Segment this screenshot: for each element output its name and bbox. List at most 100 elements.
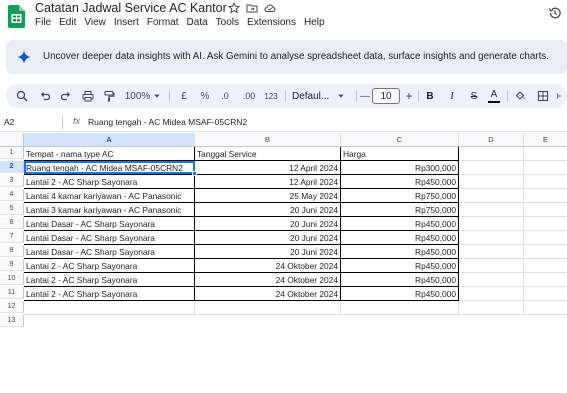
- service-date-cell[interactable]: 20 Juni 2024: [195, 245, 341, 259]
- increase-font-size-button[interactable]: +: [403, 84, 415, 108]
- format-currency-button[interactable]: £: [178, 84, 190, 108]
- location-cell[interactable]: Lantai 3 kamar kariyawan - AC Panasonic: [24, 203, 195, 217]
- row-header[interactable]: 8: [0, 245, 24, 257]
- empty-cell[interactable]: [524, 301, 567, 315]
- menu-extensions[interactable]: Extensions: [247, 17, 296, 28]
- empty-cell[interactable]: [524, 287, 567, 301]
- empty-cell[interactable]: [524, 231, 567, 245]
- menu-insert[interactable]: Insert: [114, 17, 139, 28]
- cloud-status-icon[interactable]: [264, 2, 276, 14]
- row-header[interactable]: 3: [0, 175, 24, 187]
- location-cell[interactable]: Lantai 2 - AC Sharp Sayonara: [24, 175, 195, 189]
- format-percent-button[interactable]: %: [199, 84, 211, 108]
- service-date-cell[interactable]: 25 May 2024: [195, 189, 341, 203]
- menu-help[interactable]: Help: [304, 17, 325, 28]
- decrease-font-size-button[interactable]: —: [359, 84, 371, 108]
- bold-button[interactable]: B: [423, 84, 437, 108]
- empty-cell[interactable]: [459, 161, 524, 175]
- formula-input[interactable]: Ruang tengah - AC Midea MSAF-05CRN2: [88, 117, 247, 127]
- service-date-cell[interactable]: 12 April 2024: [195, 175, 341, 189]
- increase-decimal-button[interactable]: .00: [239, 84, 259, 108]
- fill-color-button[interactable]: [513, 84, 527, 108]
- location-cell[interactable]: Lantai 2 - AC Sharp Sayonara: [24, 287, 195, 301]
- service-date-cell[interactable]: 20 Juni 2024: [195, 231, 341, 245]
- empty-cell[interactable]: [524, 217, 567, 231]
- location-cell[interactable]: Lantai Dasar - AC Sharp Sayonara: [24, 217, 195, 231]
- location-cell[interactable]: Lantai 4 kamar kariyawan - AC Panasonic: [24, 189, 195, 203]
- strikethrough-button[interactable]: S: [467, 84, 481, 108]
- price-cell[interactable]: Rp300,000: [341, 161, 459, 175]
- row-header[interactable]: 1: [0, 147, 24, 159]
- star-icon[interactable]: [228, 2, 240, 14]
- empty-cell[interactable]: [459, 147, 524, 161]
- font-select[interactable]: Defaul...: [292, 84, 354, 108]
- empty-cell[interactable]: [459, 245, 524, 259]
- empty-cell[interactable]: [459, 287, 524, 301]
- sheets-logo-icon[interactable]: [8, 5, 25, 28]
- empty-cell[interactable]: [459, 273, 524, 287]
- print-button[interactable]: [80, 84, 96, 108]
- text-color-button[interactable]: A: [487, 84, 501, 108]
- empty-cell[interactable]: [24, 301, 195, 315]
- service-date-cell[interactable]: 24 Oktober 2024: [195, 287, 341, 301]
- location-cell[interactable]: Lantai 2 - AC Sharp Sayonara: [24, 273, 195, 287]
- empty-cell[interactable]: [459, 301, 524, 315]
- more-formats-button[interactable]: 123: [264, 84, 278, 108]
- empty-cell[interactable]: [524, 175, 567, 189]
- location-cell[interactable]: Lantai Dasar - AC Sharp Sayonara: [24, 245, 195, 259]
- search-menus-button[interactable]: [14, 84, 30, 108]
- font-size-input[interactable]: 10: [372, 88, 400, 104]
- empty-cell[interactable]: [524, 259, 567, 273]
- name-box[interactable]: A2: [4, 117, 14, 127]
- service-date-cell[interactable]: 24 Oktober 2024: [195, 273, 341, 287]
- empty-cell[interactable]: [524, 245, 567, 259]
- price-cell[interactable]: Rp450,000: [341, 231, 459, 245]
- italic-button[interactable]: I: [445, 84, 459, 108]
- service-date-cell[interactable]: 20 Juni 2024: [195, 217, 341, 231]
- table-header-cell[interactable]: Harga: [341, 147, 459, 161]
- row-header[interactable]: 5: [0, 203, 24, 215]
- empty-cell[interactable]: [195, 301, 341, 315]
- empty-cell[interactable]: [459, 189, 524, 203]
- row-header[interactable]: 9: [0, 259, 24, 271]
- paint-format-button[interactable]: [101, 84, 117, 108]
- borders-button[interactable]: [536, 84, 550, 108]
- empty-cell[interactable]: [459, 217, 524, 231]
- column-header-e[interactable]: E: [524, 133, 567, 147]
- empty-cell[interactable]: [524, 147, 567, 161]
- row-header[interactable]: 7: [0, 231, 24, 243]
- price-cell[interactable]: Rp450,000: [341, 245, 459, 259]
- menu-format[interactable]: Format: [147, 17, 179, 28]
- empty-cell[interactable]: [524, 273, 567, 287]
- service-date-cell[interactable]: 20 Juni 2024: [195, 203, 341, 217]
- gemini-banner[interactable]: Uncover deeper data insights with AI. As…: [6, 40, 567, 74]
- row-header[interactable]: 6: [0, 217, 24, 229]
- move-folder-icon[interactable]: [246, 2, 258, 14]
- row-header[interactable]: 12: [0, 301, 24, 313]
- row-header[interactable]: 13: [0, 315, 24, 327]
- empty-cell[interactable]: [459, 203, 524, 217]
- empty-cell[interactable]: [459, 231, 524, 245]
- price-cell[interactable]: Rp450,000: [341, 217, 459, 231]
- decrease-decimal-button[interactable]: .0: [217, 84, 233, 108]
- zoom-select[interactable]: 100%: [124, 84, 162, 108]
- empty-cell[interactable]: [524, 189, 567, 203]
- undo-button[interactable]: [37, 84, 53, 108]
- spreadsheet-grid[interactable]: A B C D E 1 2 3 4 5 6 7 8 9 10 11 12 13 …: [0, 133, 567, 393]
- select-all-corner[interactable]: [0, 133, 24, 147]
- row-header[interactable]: 2: [0, 161, 24, 173]
- empty-cell[interactable]: [341, 301, 459, 315]
- menu-view[interactable]: View: [84, 17, 106, 28]
- empty-cell[interactable]: [524, 161, 567, 175]
- price-cell[interactable]: Rp750,000: [341, 203, 459, 217]
- column-header-a[interactable]: A: [24, 133, 195, 147]
- price-cell[interactable]: Rp450,000: [341, 175, 459, 189]
- fill-handle[interactable]: [192, 171, 197, 176]
- table-header-cell[interactable]: Tempat - nama type AC: [24, 147, 195, 161]
- row-header[interactable]: 4: [0, 189, 24, 201]
- row-header[interactable]: 11: [0, 287, 24, 299]
- menu-edit[interactable]: Edit: [59, 17, 76, 28]
- version-history-icon[interactable]: [548, 6, 562, 20]
- empty-cell[interactable]: [459, 259, 524, 273]
- price-cell[interactable]: Rp450,000: [341, 259, 459, 273]
